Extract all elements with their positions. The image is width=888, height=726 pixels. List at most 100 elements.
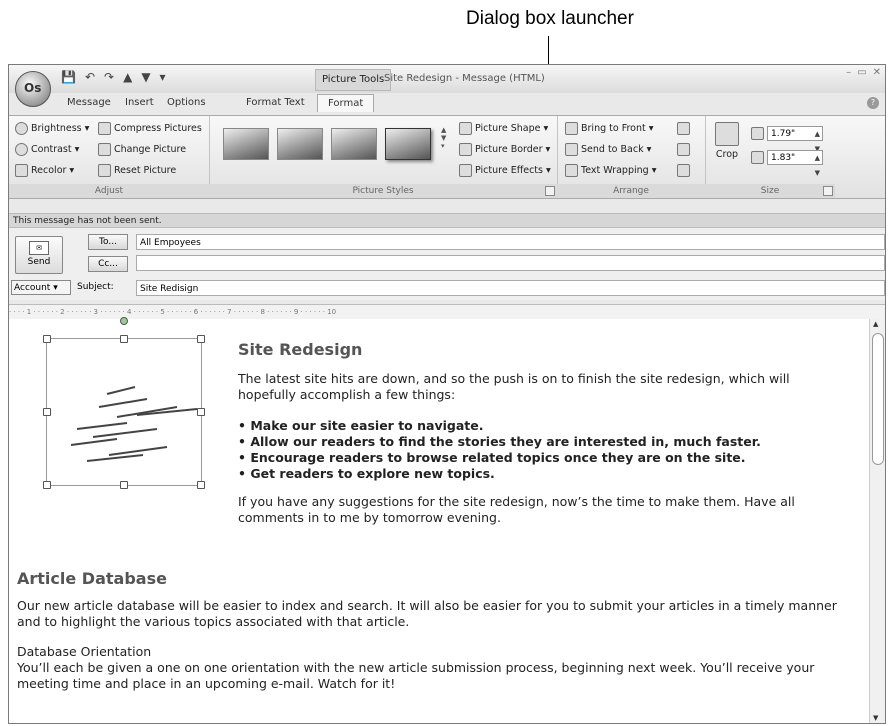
close-icon[interactable]: ✕ [873,67,881,78]
picture-style-thumb-1[interactable] [223,128,269,160]
size-dialog-launcher-icon[interactable] [823,186,833,196]
picture-styles-group: ▲ ▼ ▾ Picture Shape ▾ Picture Border ▾ Pic… [209,116,558,198]
picture-effects-icon [459,164,472,177]
resize-handle-w[interactable] [43,408,51,416]
bullet-4-text: Get readers to explore new topics. [250,466,495,481]
picture-styles-dialog-launcher-icon[interactable] [545,186,555,196]
to-button[interactable]: To... [88,234,128,250]
compress-label: Compress Pictures [114,123,202,134]
tab-format-text[interactable]: Format Text [246,97,305,108]
shape-width-icon [751,151,764,164]
reset-picture-button[interactable]: Reset Picture [98,164,176,177]
text-wrapping-button[interactable]: Text Wrapping ▾ [565,164,656,177]
bullet-4: • Get readers to explore new topics. [238,466,495,481]
shape-width-input[interactable]: 1.83" ▲ ▼ [767,150,823,177]
next-item-icon[interactable]: ▼ [141,70,150,84]
picture-tools-context-tab: Picture Tools [315,69,392,91]
picture-border-button[interactable]: Picture Border ▾ [459,143,550,156]
brightness-button[interactable]: Brightness ▾ [15,122,89,135]
resize-handle-s[interactable] [120,481,128,489]
crop-label: Crop [715,149,739,160]
bullet-1: • Make our site easier to navigate. [238,418,484,433]
paragraph-orientation: You’ll each be given a one on one orient… [17,660,815,691]
crop-button[interactable]: Crop [715,122,739,160]
send-button[interactable]: ✉ Send [15,236,63,274]
resize-handle-e[interactable] [197,408,205,416]
bring-to-front-button[interactable]: Bring to Front ▾ [565,122,654,135]
redo-icon[interactable]: ↷ [104,70,114,84]
minimize-icon[interactable]: – [846,67,851,78]
to-field[interactable]: All Empoyees [136,234,885,250]
customize-qat-icon[interactable]: ▾ [160,70,166,84]
shape-height-icon [751,127,764,140]
compress-icon [98,122,111,135]
rotate-button[interactable] [677,164,690,177]
resize-handle-n[interactable] [120,335,128,343]
tab-format[interactable]: Format [317,94,375,112]
tab-insert[interactable]: Insert [125,97,154,108]
window-title: Site Redesign - Message (HTML) [384,73,545,84]
align-icon [677,122,690,135]
size-group-label: Size [705,184,835,198]
resize-handle-se[interactable] [197,481,205,489]
bring-to-front-label: Bring to Front ▾ [581,123,654,134]
undo-icon[interactable]: ↶ [85,70,95,84]
rotate-icon [677,164,690,177]
shape-height-value: 1.79" [771,129,796,139]
gallery-scroll[interactable]: ▲ ▼ ▾ [441,126,449,166]
arrange-group: Bring to Front ▾ Send to Back ▾ Text Wra… [557,116,706,198]
previous-item-icon[interactable]: ▲ [123,70,132,84]
save-icon[interactable]: 💾 [61,70,76,84]
office-button[interactable]: Os [15,71,51,107]
scroll-down-icon[interactable]: ▼ [873,714,878,722]
message-body[interactable]: Site Redesign The latest site hits are d… [9,317,869,723]
height-icon [751,127,764,140]
compress-pictures-button[interactable]: Compress Pictures [98,122,202,135]
bullet-2: • Allow our readers to find the stories … [238,434,761,449]
outlook-message-window: 💾 ↶ ↷ ▲ ▼ ▾ Picture Tools Site Redesign … [8,64,886,724]
change-picture-button[interactable]: Change Picture [98,143,186,156]
picture-styles-group-label: Picture Styles [209,184,557,198]
bring-to-front-icon [565,122,578,135]
recolor-icon [15,164,28,177]
picture-effects-button[interactable]: Picture Effects ▾ [459,164,551,177]
shape-width-value: 1.83" [771,153,796,163]
tab-message[interactable]: Message [67,97,111,108]
send-to-back-button[interactable]: Send to Back ▾ [565,143,651,156]
vertical-scrollbar[interactable]: ▲ ▼ [869,319,885,723]
width-spinner-icon[interactable]: ▲ ▼ [815,151,820,181]
account-button[interactable]: Account ▾ [11,280,71,295]
width-icon [751,151,764,164]
adjust-group-label: Adjust [9,184,209,198]
tab-options[interactable]: Options [167,97,206,108]
subject-field[interactable]: Site Redisign [136,280,885,296]
cc-button[interactable]: Cc... [88,256,128,272]
picture-style-thumb-4[interactable] [385,128,431,160]
picture-style-thumb-3[interactable] [331,128,377,160]
picture-shape-icon [459,122,472,135]
shape-height-input[interactable]: 1.79" ▲ ▼ [767,126,823,153]
picture-style-thumb-2[interactable] [277,128,323,160]
heading-article-database: Article Database [17,569,167,588]
recolor-button[interactable]: Recolor ▾ [15,164,74,177]
resize-handle-nw[interactable] [43,335,51,343]
send-to-back-label: Send to Back ▾ [581,144,652,155]
recolor-label: Recolor ▾ [31,165,75,176]
group-button[interactable] [677,143,690,156]
bullet-2-text: Allow our readers to find the stories th… [250,434,761,449]
resize-handle-ne[interactable] [197,335,205,343]
help-icon[interactable]: ? [867,97,879,109]
picture-shape-button[interactable]: Picture Shape ▾ [459,122,548,135]
brightness-label: Brightness ▾ [31,123,90,134]
scroll-up-icon[interactable]: ▲ [873,320,878,328]
selected-picture[interactable] [43,317,205,489]
align-button[interactable] [677,122,690,135]
maximize-icon[interactable]: ▭ [857,67,866,78]
info-bar: This message has not been sent. [9,213,885,228]
contrast-button[interactable]: Contrast ▾ [15,143,79,156]
scrollbar-thumb[interactable] [872,333,884,465]
rotate-handle[interactable] [120,317,128,325]
cc-field[interactable] [136,255,885,271]
resize-handle-sw[interactable] [43,481,51,489]
picture-effects-label: Picture Effects ▾ [475,165,551,176]
